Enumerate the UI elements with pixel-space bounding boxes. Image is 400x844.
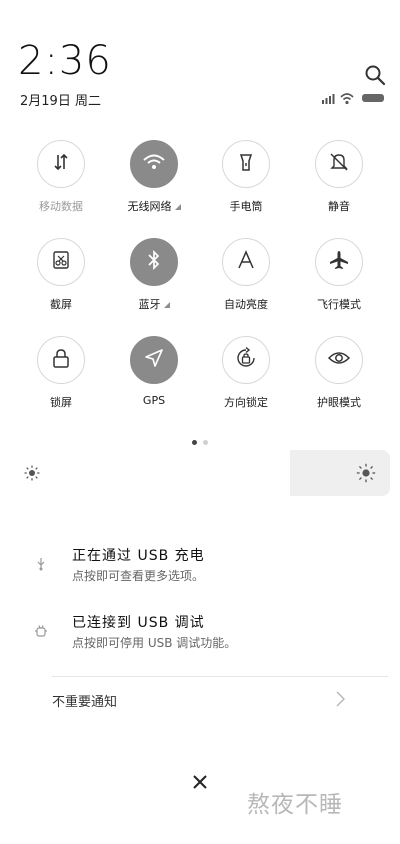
toggle-label: GPS: [109, 394, 199, 407]
toggle-label: 手电筒: [201, 198, 291, 214]
toggle-button[interactable]: [130, 238, 178, 286]
toggle-label-text: 自动亮度: [224, 298, 268, 311]
notification-title: 正在通过 USB 充电: [72, 548, 205, 564]
close-icon[interactable]: [191, 773, 209, 791]
toggle-label-text: 飞行模式: [317, 298, 361, 311]
watermark-text: 熬夜不睡: [247, 792, 343, 818]
toggle-label-text: GPS: [142, 394, 166, 407]
toggle-label: 静音: [294, 198, 384, 214]
toggle-label: 方向锁定: [201, 394, 291, 410]
toggle-label: 无线网络: [109, 198, 199, 214]
gps-icon: [143, 347, 165, 373]
eye-icon: [327, 347, 351, 373]
mute-icon: [328, 151, 350, 177]
toggle-button[interactable]: [37, 140, 85, 188]
toggle-button[interactable]: [130, 336, 178, 384]
brightness-slider[interactable]: [10, 450, 390, 496]
date-label: 2月19日 周二: [20, 94, 101, 109]
toggle-button[interactable]: [37, 238, 85, 286]
toggle-label: 护眼模式: [294, 394, 384, 410]
toggle-label: 飞行模式: [294, 296, 384, 312]
toggle-flashlight[interactable]: 手电筒: [201, 140, 291, 218]
toggle-button[interactable]: [222, 238, 270, 286]
toggle-label-text: 静音: [328, 200, 350, 213]
brightness-fill: [10, 450, 291, 496]
screenshot-icon: [50, 249, 72, 275]
toggle-button[interactable]: [315, 238, 363, 286]
toggle-label: 截屏: [16, 296, 106, 312]
toggle-label-text: 无线网络: [127, 200, 172, 213]
unimportant-notifications-row[interactable]: 不重要通知: [52, 688, 388, 712]
toggle-label-text: 蓝牙: [138, 298, 161, 311]
toggle-airplane[interactable]: 飞行模式: [294, 238, 384, 316]
search-icon[interactable]: [364, 64, 386, 86]
mobile-data-icon: [50, 151, 72, 177]
page-dot: [203, 440, 208, 445]
expand-indicator-icon: [174, 204, 181, 210]
divider: [52, 676, 388, 677]
toggle-mobile-data[interactable]: 移动数据: [16, 140, 106, 218]
toggle-button[interactable]: [222, 140, 270, 188]
toggle-button[interactable]: [37, 336, 85, 384]
wifi-icon: [142, 152, 166, 176]
brightness-low-icon: [24, 465, 40, 481]
lock-icon: [50, 347, 72, 373]
toggle-eye[interactable]: 护眼模式: [294, 336, 384, 414]
toggle-button[interactable]: [222, 336, 270, 384]
toggle-label: 移动数据: [16, 198, 106, 214]
toggle-label-text: 移动数据: [39, 200, 83, 213]
unimportant-notifications-label: 不重要通知: [52, 695, 118, 710]
toggle-label-text: 截屏: [50, 298, 72, 311]
toggle-screenshot[interactable]: 截屏: [16, 238, 106, 316]
toggle-mute[interactable]: 静音: [294, 140, 384, 218]
status-icons: [322, 93, 384, 105]
brightness-high-icon: [356, 463, 376, 483]
battery-icon: [362, 94, 384, 102]
android-debug-icon: [35, 625, 47, 637]
expand-indicator-icon: [163, 302, 170, 308]
toggle-lock[interactable]: 锁屏: [16, 336, 106, 414]
toggle-label-text: 方向锁定: [224, 396, 268, 409]
quick-settings-grid: 移动数据 无线网络 手电筒 静音截屏 蓝牙 自动亮度 飞行模式锁屏 GPS 方向锁定 护眼模式: [0, 140, 400, 420]
toggle-bluetooth[interactable]: 蓝牙: [109, 238, 199, 316]
toggle-button[interactable]: [315, 336, 363, 384]
notification-usb-charging[interactable]: 正在通过 USB 充电 点按即可查看更多选项。: [0, 545, 400, 597]
toggle-label: 蓝牙: [109, 296, 199, 312]
toggle-label-text: 护眼模式: [317, 396, 361, 409]
toggle-label-text: 手电筒: [229, 200, 263, 213]
notification-subtitle: 点按即可停用 USB 调试功能。: [72, 636, 237, 650]
rotation-lock-icon: [234, 346, 258, 374]
clock-time: 2:36: [18, 38, 112, 84]
toggle-button[interactable]: [315, 140, 363, 188]
bluetooth-icon: [144, 249, 164, 275]
toggle-auto-brightness[interactable]: 自动亮度: [201, 238, 291, 316]
wifi-status-icon: [340, 93, 354, 105]
toggle-rotation-lock[interactable]: 方向锁定: [201, 336, 291, 414]
auto-brightness-icon: [235, 249, 257, 275]
toggle-button[interactable]: [130, 140, 178, 188]
page-indicator: [0, 430, 400, 449]
toggle-label-text: 锁屏: [50, 396, 72, 409]
airplane-icon: [328, 249, 350, 275]
chevron-right-icon: [336, 691, 345, 707]
toggle-wifi[interactable]: 无线网络: [109, 140, 199, 218]
usb-charging-icon: [37, 558, 45, 571]
notification-subtitle: 点按即可查看更多选项。: [72, 569, 205, 583]
notification-usb-debugging[interactable]: 已连接到 USB 调试 点按即可停用 USB 调试功能。: [0, 612, 400, 664]
signal-icon: [322, 94, 335, 104]
toggle-label: 自动亮度: [201, 296, 291, 312]
notification-title: 已连接到 USB 调试: [72, 615, 205, 631]
toggle-label: 锁屏: [16, 394, 106, 410]
flashlight-icon: [235, 151, 257, 177]
toggle-gps[interactable]: GPS: [109, 336, 199, 414]
page-dot: [192, 440, 197, 445]
